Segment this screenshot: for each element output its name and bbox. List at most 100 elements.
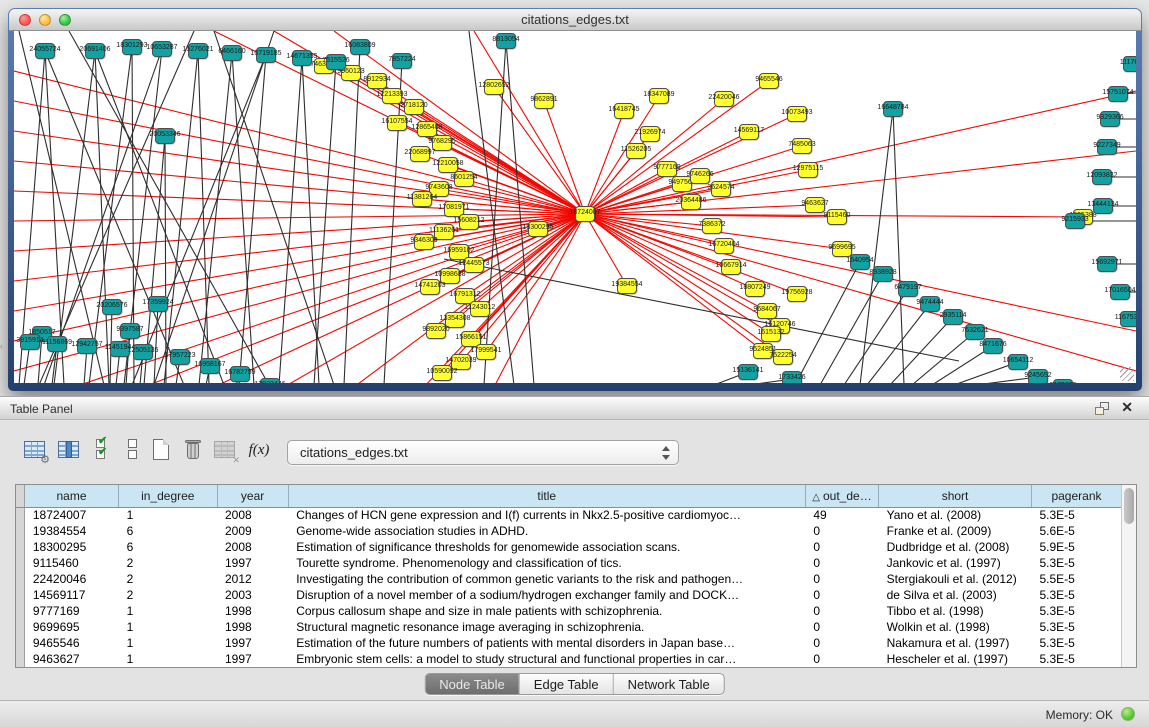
network-node[interactable]: 14741203 [420, 279, 440, 295]
window-titlebar[interactable]: citations_edges.txt [9, 9, 1141, 31]
table-cell[interactable]: Nakamura et al. (1997) [879, 635, 1032, 651]
network-canvas[interactable]: 1872400719384554183002959777169949756897… [14, 31, 1136, 383]
network-node[interactable]: 18807249 [745, 281, 765, 297]
table-cell[interactable]: 1997 [217, 555, 288, 571]
network-node[interactable]: 9892020 [426, 323, 446, 339]
table-cell[interactable]: 1 [119, 635, 217, 651]
network-node[interactable]: 19756928 [787, 286, 807, 302]
table-cell[interactable]: 1997 [217, 635, 288, 651]
network-node[interactable]: 9115460 [827, 209, 847, 225]
table-cell[interactable]: 0 [805, 587, 878, 603]
table-cell[interactable]: 5.9E-5 [1031, 539, 1121, 555]
network-node[interactable]: 9329366 [1100, 111, 1120, 127]
table-selector-dropdown[interactable]: citations_edges.txt [287, 440, 679, 465]
network-node[interactable]: 10654112 [1008, 354, 1028, 370]
network-node[interactable]: 21926974 [640, 126, 660, 142]
network-node[interactable]: 12213393 [382, 88, 402, 104]
table-cell[interactable]: 1 [119, 603, 217, 619]
column-header-name[interactable]: name [24, 485, 118, 507]
table-cell[interactable]: 0 [805, 651, 878, 667]
table-cell[interactable]: 5.3E-5 [1031, 603, 1121, 619]
table-cell[interactable]: 9463627 [24, 651, 118, 667]
table-row[interactable]: 969969511998Structural magnetic resonanc… [16, 619, 1122, 635]
table-cell[interactable]: 1 [119, 651, 217, 667]
network-node[interactable]: 12505135 [133, 344, 153, 360]
network-node[interactable]: 6479197 [898, 281, 918, 297]
network-node[interactable]: 17957223 [170, 349, 190, 365]
close-panel-icon[interactable]: ✕ [1121, 399, 1133, 416]
network-node[interactable]: 9777169 [657, 161, 677, 177]
network-node[interactable]: 7485063 [792, 138, 812, 154]
network-node[interactable]: 13444134 [1093, 198, 1113, 214]
network-node[interactable]: 9463627 [805, 197, 825, 213]
table-cell[interactable]: Genome-wide association studies in ADHD. [288, 523, 805, 539]
table-cell[interactable]: 18724007 [24, 507, 118, 523]
network-node[interactable]: 18300295 [528, 221, 548, 237]
table-cell[interactable]: 18300295 [24, 539, 118, 555]
table-cell[interactable]: 9699695 [24, 619, 118, 635]
table-row[interactable]: 911546021997Tourette syndrome. Phenomeno… [16, 555, 1122, 571]
network-node[interactable]: 12923446 [260, 378, 280, 383]
table-cell[interactable]: 9465546 [24, 635, 118, 651]
network-node[interactable]: 11675338 [1120, 311, 1136, 327]
network-node[interactable]: 12942757 [77, 338, 97, 354]
table-cell[interactable]: Corpus callosum shape and size in male p… [288, 603, 805, 619]
network-node[interactable]: 1117621 [1123, 56, 1136, 72]
network-node[interactable]: 24055724 [35, 43, 55, 59]
network-node[interactable]: 3915914 [20, 334, 40, 350]
table-cell[interactable]: Wolkin et al. (1998) [879, 619, 1032, 635]
table-cell[interactable]: 19384554 [24, 523, 118, 539]
network-node[interactable]: 7632621 [965, 324, 985, 340]
network-node[interactable]: 16782759 [230, 366, 250, 382]
table-cell[interactable]: 0 [805, 555, 878, 571]
network-node[interactable]: 20691406 [85, 43, 105, 59]
network-node[interactable]: 7857224 [392, 53, 412, 69]
table-cell[interactable]: 5.6E-5 [1031, 523, 1121, 539]
network-node[interactable]: 22420046 [714, 91, 734, 107]
table-row[interactable]: 2242004622012Investigating the contribut… [16, 571, 1122, 587]
network-node[interactable]: 9245652 [1028, 369, 1048, 383]
table-cell[interactable]: Estimation of the future numbers of pati… [288, 635, 805, 651]
network-node[interactable]: 9346309 [414, 234, 434, 250]
table-cell[interactable]: Disruption of a novel member of a sodium… [288, 587, 805, 603]
network-node[interactable]: 20206576 [102, 299, 122, 315]
network-node[interactable]: 8938928 [873, 266, 893, 282]
network-node[interactable]: 3624574 [711, 181, 731, 197]
table-cell[interactable]: Embryonic stem cells: a model to study s… [288, 651, 805, 667]
network-node[interactable]: 9699695 [832, 241, 852, 257]
table-cell[interactable]: 1997 [217, 651, 288, 667]
network-node[interactable]: 19384554 [617, 278, 637, 294]
network-node[interactable]: 8471676 [983, 338, 1003, 354]
table-cell[interactable]: 2 [119, 571, 217, 587]
network-node[interactable]: 9474444 [920, 296, 940, 312]
network-node[interactable]: 9215933 [1065, 213, 1085, 229]
table-cell[interactable]: 22420046 [24, 571, 118, 587]
network-node[interactable]: 9862891 [534, 93, 554, 109]
network-node[interactable]: 18724007 [575, 206, 595, 222]
table-cell[interactable]: 1 [119, 507, 217, 523]
table-cell[interactable]: 9777169 [24, 603, 118, 619]
table-cell[interactable]: Franke et al. (2009) [879, 523, 1032, 539]
network-node[interactable]: 2935114 [943, 309, 963, 325]
new-document-icon[interactable] [148, 437, 174, 463]
network-node[interactable]: 20053346 [155, 128, 175, 144]
network-node[interactable]: 18301293 [122, 39, 142, 55]
table-cell[interactable]: 5.3E-5 [1031, 635, 1121, 651]
network-node[interactable]: 16083809 [350, 39, 370, 55]
column-header-title[interactable]: title [288, 485, 805, 507]
tab-node-table[interactable]: Node Table [425, 674, 520, 694]
network-node[interactable]: 9465546 [759, 73, 779, 89]
network-node[interactable]: 10073493 [787, 106, 807, 122]
table-cell[interactable]: 0 [805, 539, 878, 555]
network-node[interactable]: 8813054 [496, 33, 516, 49]
network-node[interactable]: 1615132 [761, 326, 781, 342]
tab-edge-table[interactable]: Edge Table [520, 674, 614, 694]
network-node[interactable]: 14671355 [292, 50, 312, 66]
network-node[interactable]: 6466160 [222, 45, 242, 61]
network-node[interactable]: 10667914 [721, 259, 741, 275]
row-squares-icon[interactable] [120, 437, 146, 463]
table-cell[interactable]: 6 [119, 523, 217, 539]
table-cell[interactable]: Dudbridge et al. (2008) [879, 539, 1032, 555]
network-node[interactable]: 11381264 [412, 191, 432, 207]
network-node[interactable]: 7386372 [702, 218, 722, 234]
